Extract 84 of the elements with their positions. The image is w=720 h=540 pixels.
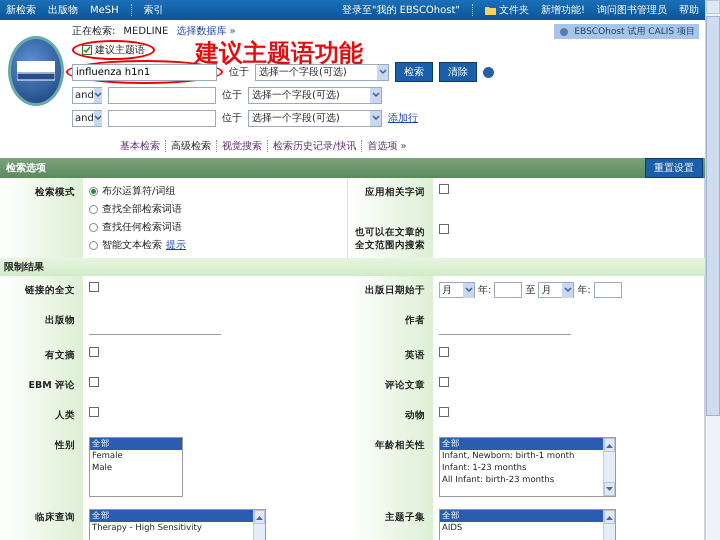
year-field[interactable] [594,282,622,298]
choose-database-link[interactable]: 选择数据库 » [176,24,236,38]
suggest-subject-checkbox[interactable]: 建议主题语 [72,40,155,60]
checkbox[interactable] [82,45,92,55]
list-option[interactable]: Female [90,450,182,462]
nav-link[interactable]: MeSH [90,4,119,16]
search-mode-tab[interactable]: 视觉搜索 [222,139,262,153]
radio-button[interactable] [89,222,98,232]
section-title: 检索选项 [6,162,46,175]
list-box[interactable]: 全部 Therapy - High Sensitivity [89,509,266,540]
radio-label[interactable]: 智能文本检索 [102,238,162,252]
nav-link[interactable]: 询问图书管理员 [597,3,667,17]
folder-icon [484,5,496,15]
operator-select[interactable]: and [72,110,102,126]
searching-label: 正在检索: [72,24,116,38]
search-mode-tab[interactable]: 首选项 » [367,139,407,153]
field-select[interactable]: 选择一个字段(可选) [248,86,382,104]
checkbox[interactable] [89,377,99,387]
search-mode-tab[interactable]: 高级检索 [171,139,211,153]
radio-button[interactable] [89,204,98,214]
checkbox[interactable] [89,407,99,417]
scroll-down-icon[interactable] [604,482,615,496]
scroll-up-icon[interactable] [254,510,265,524]
database-name: MEDLINE [123,26,168,36]
checkbox[interactable] [89,347,99,357]
list-box[interactable]: 全部 Infant, Newborn: birth-1 month Infant: 1-23 months All Infant: birth-23 months [439,437,616,497]
section-title: 限制结果 [4,260,44,274]
operator-select[interactable]: and [72,86,102,104]
checkbox[interactable] [439,347,449,357]
checkbox[interactable] [439,407,449,417]
list-option[interactable]: Infant: 1-23 months [440,462,603,474]
nav-link[interactable]: 索引 [144,3,164,17]
nav-link[interactable]: 文件夹 [484,3,529,17]
field-label: 至 [525,284,536,297]
clear-button[interactable]: 清除 [439,62,477,82]
search-field[interactable] [108,110,216,126]
list-option[interactable]: 全部 [90,510,253,522]
in-label: 位于 [222,89,242,102]
list-box[interactable]: 全部 Female Male [89,437,183,497]
year-field[interactable] [494,282,522,298]
search-field[interactable] [108,86,216,104]
radio-button[interactable] [89,186,98,196]
nav-link[interactable]: 新检索 [6,3,36,17]
checkbox[interactable] [439,184,449,194]
list-option[interactable]: 全部 [440,438,603,450]
field-select[interactable]: 选择一个字段(可选) [255,64,389,80]
list-option[interactable]: All Infant: birth-23 months [440,474,603,486]
field-select[interactable]: 选择一个字段(可选) [248,110,382,126]
field-label: 年: [478,284,492,297]
reset-button[interactable]: 重置设置 [645,158,703,178]
search-mode-tab[interactable]: 检索历史记录/快讯 [273,139,356,153]
nav-link[interactable]: 登录至"我的 EBSCOhost" [342,3,460,17]
checkbox[interactable] [439,377,449,387]
checkbox[interactable] [89,282,99,292]
list-box[interactable]: 全部 AIDS [439,509,616,540]
help-icon[interactable] [483,66,494,78]
nav-link[interactable]: 出版物 [48,3,78,17]
list-option[interactable]: Infant, Newborn: birth-1 month [440,450,603,462]
list-option[interactable]: Therapy - High Sensitivity [90,522,253,534]
field-label: 年: [577,284,591,297]
checkbox[interactable] [439,224,449,234]
list-option[interactable]: 全部 [440,510,603,522]
month-select[interactable]: 月 [439,282,475,298]
radio-label[interactable]: 查找任何检索词语 [102,220,182,234]
list-option[interactable]: AIDS [440,522,603,534]
search-mode-tab[interactable]: 基本检索 [120,139,160,153]
radio-label[interactable]: 查找全部检索词语 [102,202,182,216]
radio-label[interactable]: 布尔运算符/词组 [102,184,176,198]
in-label: 位于 [222,112,242,125]
scroll-up-icon[interactable] [604,438,615,452]
nav-link[interactable]: 新增功能! [540,3,585,17]
search-field[interactable]: influenza h1n1 [72,64,217,80]
list-option[interactable]: 全部 [90,438,182,450]
scroll-up-icon[interactable] [604,510,615,524]
partner-banner[interactable]: EBSCOhost 试用 CALIS 项目 [554,24,699,38]
search-button[interactable]: 检索 [395,62,433,82]
month-select[interactable]: 月 [538,282,574,298]
in-label: 位于 [229,66,249,79]
hint-link[interactable]: 提示 [166,238,186,252]
scrollbar[interactable] [705,0,720,540]
radio-button[interactable] [89,240,98,250]
add-row-link[interactable]: 添加行 [388,111,418,125]
list-option[interactable]: Male [90,462,182,474]
nav-link[interactable]: 帮助 [679,3,699,17]
